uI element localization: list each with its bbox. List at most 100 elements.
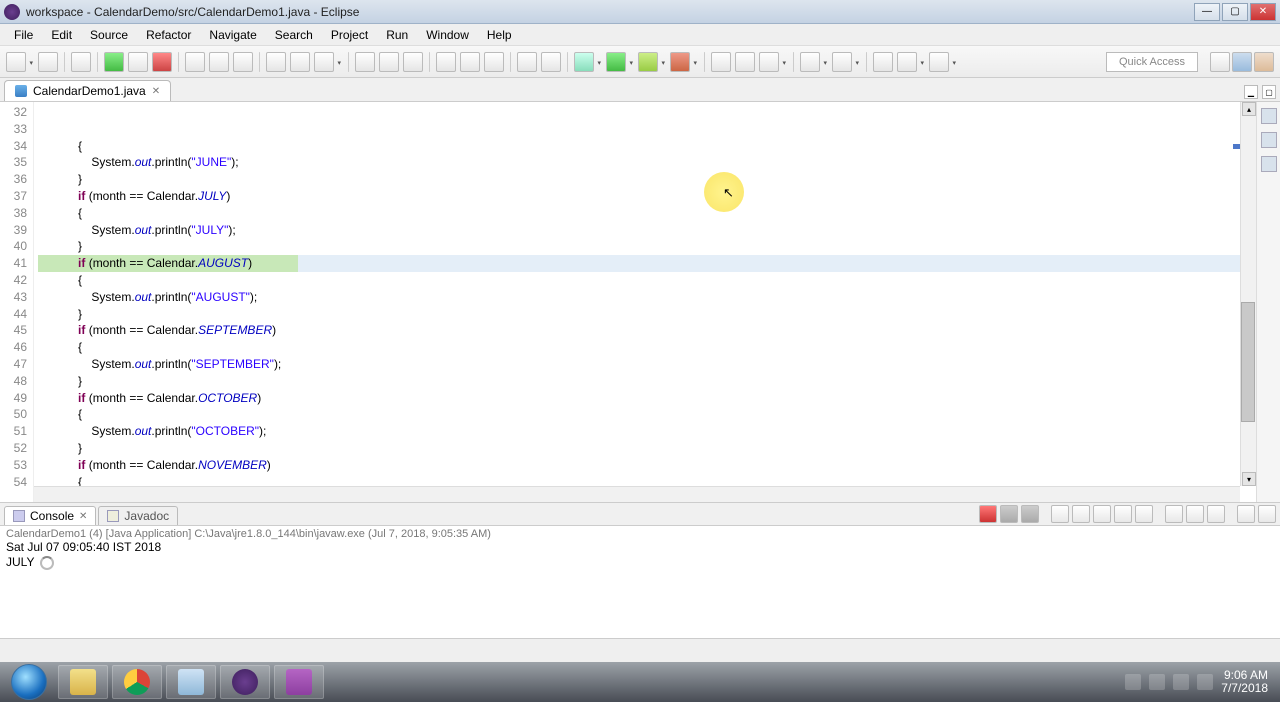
last-edit-button[interactable] (873, 52, 893, 72)
tray-volume-icon[interactable] (1173, 674, 1189, 690)
scrollbar-thumb[interactable] (1241, 302, 1255, 422)
scroll-down-icon[interactable]: ▾ (1242, 472, 1256, 486)
debug-dropdown[interactable] (574, 52, 594, 72)
overview-ruler[interactable] (1230, 102, 1240, 486)
horizontal-scrollbar[interactable] (34, 486, 1240, 502)
terminate-button[interactable] (979, 505, 997, 523)
word-wrap-button[interactable] (1093, 505, 1111, 523)
tray-clock[interactable]: 9:06 AM 7/7/2018 (1221, 669, 1268, 695)
taskbar-app[interactable] (274, 665, 324, 699)
next-annotation-button[interactable] (800, 52, 820, 72)
open-type-button[interactable] (314, 52, 334, 72)
console-output[interactable]: CalendarDemo1 (4) [Java Application] C:\… (0, 526, 1280, 638)
menu-file[interactable]: File (6, 26, 41, 44)
code-line[interactable]: } (38, 171, 1252, 188)
code-line[interactable]: } (38, 306, 1252, 323)
new-button[interactable] (6, 52, 26, 72)
code-line[interactable]: System.out.println("AUGUST"); (38, 289, 1252, 306)
new-class-button[interactable] (379, 52, 399, 72)
prev-annotation-button[interactable] (832, 52, 852, 72)
tray-flag-icon[interactable] (1125, 674, 1141, 690)
new-console-button[interactable] (1186, 505, 1204, 523)
code-line[interactable]: if (month == Calendar.SEPTEMBER) (38, 322, 1252, 339)
code-line[interactable]: System.out.println("JUNE"); (38, 154, 1252, 171)
clear-console-button[interactable] (1051, 505, 1069, 523)
coverage-button[interactable] (128, 52, 148, 72)
menu-project[interactable]: Project (323, 26, 376, 44)
open-resource-button[interactable] (735, 52, 755, 72)
code-line[interactable]: { (38, 406, 1252, 423)
menu-navigate[interactable]: Navigate (201, 26, 264, 44)
console-tab[interactable]: Console ✕ (4, 506, 96, 525)
open-perspective-button[interactable] (1210, 52, 1230, 72)
taskbar-eclipse[interactable] (220, 665, 270, 699)
code-line[interactable]: if (month == Calendar.OCTOBER) (38, 390, 1252, 407)
save-all-button[interactable] (71, 52, 91, 72)
toggle-breadcrumb-button[interactable] (403, 52, 423, 72)
code-line[interactable]: if (month == Calendar.AUGUST) (38, 255, 1252, 272)
code-line[interactable]: } (38, 373, 1252, 390)
maximize-button[interactable]: ▢ (1222, 3, 1248, 21)
search-dropdown[interactable] (759, 52, 779, 72)
code-line[interactable]: if (month == Calendar.JULY) (38, 188, 1252, 205)
java-perspective-button[interactable] (1232, 52, 1252, 72)
back-button[interactable] (897, 52, 917, 72)
remove-launch-button[interactable] (1000, 505, 1018, 523)
toggle-mark-button[interactable] (266, 52, 286, 72)
pin-console-button[interactable] (1114, 505, 1132, 523)
code-line[interactable]: { (38, 272, 1252, 289)
code-line[interactable]: { (38, 138, 1252, 155)
forward-button[interactable] (929, 52, 949, 72)
outline-view-icon[interactable] (1261, 132, 1277, 148)
code-line[interactable]: if (month == Calendar.NOVEMBER) (38, 457, 1252, 474)
code-line[interactable]: } (38, 238, 1252, 255)
run-button[interactable] (104, 52, 124, 72)
toggle-comment-button[interactable] (460, 52, 480, 72)
code-line[interactable]: { (38, 205, 1252, 222)
display-selected-button[interactable] (1135, 505, 1153, 523)
code-editor[interactable]: 3233343536373839404142434445464748495051… (0, 102, 1256, 502)
code-line[interactable]: System.out.println("SEPTEMBER"); (38, 356, 1252, 373)
menu-run[interactable]: Run (378, 26, 416, 44)
save-button[interactable] (38, 52, 58, 72)
restore-icon[interactable] (1261, 108, 1277, 124)
open-task-button[interactable] (436, 52, 456, 72)
run-last-dropdown[interactable] (638, 52, 658, 72)
taskbar-explorer[interactable] (58, 665, 108, 699)
toggle-block-button[interactable] (290, 52, 310, 72)
minimize-console-button[interactable] (1237, 505, 1255, 523)
minimize-button[interactable]: — (1194, 3, 1220, 21)
code-line[interactable]: System.out.println("OCTOBER"); (38, 423, 1252, 440)
close-button[interactable]: ✕ (1250, 3, 1276, 21)
remove-all-button[interactable] (1021, 505, 1039, 523)
stop-button[interactable] (152, 52, 172, 72)
open-console-button[interactable] (1165, 505, 1183, 523)
code-line[interactable]: System.out.println("JULY"); (38, 222, 1252, 239)
code-line[interactable]: } (38, 440, 1252, 457)
format-button[interactable] (484, 52, 504, 72)
menu-search[interactable]: Search (267, 26, 321, 44)
editor-tab[interactable]: CalendarDemo1.java ✕ (4, 80, 171, 101)
start-button[interactable] (4, 665, 54, 699)
debug-last-button[interactable] (185, 52, 205, 72)
scroll-lock-button[interactable] (1072, 505, 1090, 523)
jar-button[interactable] (541, 52, 561, 72)
tray-network-icon[interactable] (1149, 674, 1165, 690)
quick-access-input[interactable]: Quick Access (1106, 52, 1198, 72)
maximize-view-button[interactable]: ▢ (1262, 85, 1276, 99)
maximize-console-button[interactable] (1258, 505, 1276, 523)
build-button[interactable] (233, 52, 253, 72)
menu-edit[interactable]: Edit (43, 26, 80, 44)
code-line[interactable]: { (38, 339, 1252, 356)
show-console-dropdown[interactable] (1207, 505, 1225, 523)
run-dropdown[interactable] (606, 52, 626, 72)
new-java-project-button[interactable] (711, 52, 731, 72)
close-console-icon[interactable]: ✕ (79, 511, 87, 522)
javadoc-tab[interactable]: Javadoc (98, 506, 178, 525)
minimize-view-button[interactable]: ▁ (1244, 85, 1258, 99)
debug-perspective-button[interactable] (1254, 52, 1274, 72)
taskbar-chrome[interactable] (112, 665, 162, 699)
tray-battery-icon[interactable] (1197, 674, 1213, 690)
vertical-scrollbar[interactable]: ▴ ▾ (1240, 102, 1256, 486)
menu-window[interactable]: Window (418, 26, 477, 44)
